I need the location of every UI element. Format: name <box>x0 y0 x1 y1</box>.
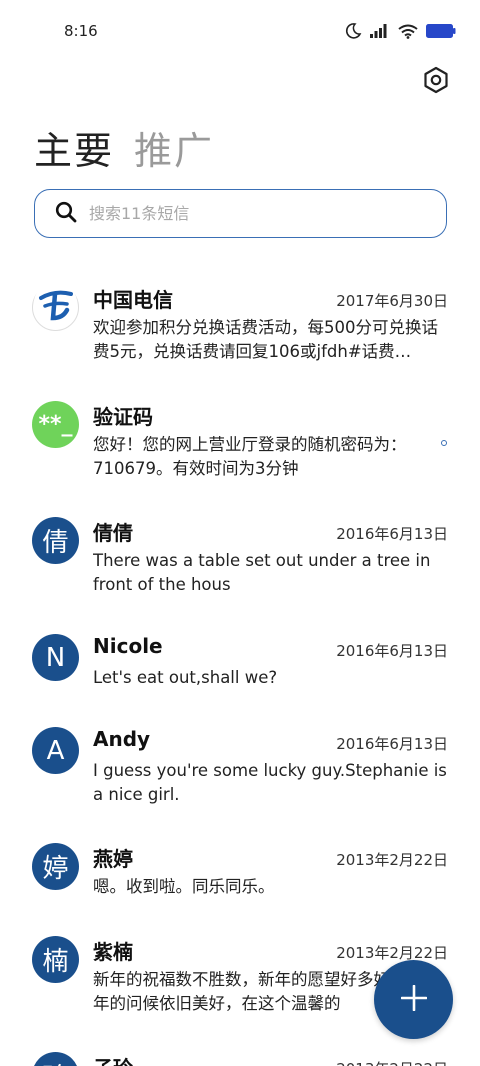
conversation-preview: 欢迎参加积分兑换话费活动，每500分可兑换话费5元，兑换话费请回复106或jfd… <box>93 318 438 361</box>
conversation-preview: 您好！您的网上营业厅登录的随机密码为：710679。有效时间为3分钟 <box>93 435 407 478</box>
conversation-date: 2016年6月13日 <box>336 642 448 660</box>
avatar: N <box>32 634 79 681</box>
conversation-row[interactable]: 中国电信 2017年6月30日 欢迎参加积分兑换话费活动，每500分可兑换话费5… <box>0 270 480 387</box>
avatar: **_ <box>32 401 79 448</box>
avatar-text: 玲 <box>42 1057 68 1066</box>
conversation-row[interactable]: 婷 燕婷 2013年2月22日 嗯。收到啦。同乐同乐。 <box>0 829 480 922</box>
conversation-name: Andy <box>93 727 151 751</box>
avatar: 婷 <box>32 843 79 890</box>
tab-promotions[interactable]: 推广 <box>134 120 214 175</box>
conversation-date: 2016年6月13日 <box>336 525 448 543</box>
search-input[interactable] <box>89 204 409 223</box>
conversation-preview: Let's eat out,shall we? <box>93 668 278 687</box>
avatar-text: A <box>46 735 65 766</box>
settings-button[interactable] <box>420 66 452 98</box>
conversation-date: 2013年2月22日 <box>336 1058 448 1066</box>
unread-indicator-icon <box>441 440 447 446</box>
conversation-name: 倩倩 <box>93 521 133 545</box>
conversation-date: 2013年2月22日 <box>336 944 448 962</box>
conversation-name: Nicole <box>93 634 163 658</box>
conversation-date: 2013年2月22日 <box>336 851 448 869</box>
avatar-text: N <box>45 642 66 673</box>
moon-icon <box>344 22 362 40</box>
avatar-text: 倩 <box>42 528 69 558</box>
search-box[interactable] <box>34 189 447 238</box>
new-message-button[interactable] <box>374 960 453 1039</box>
conversation-date: 2016年6月13日 <box>336 735 448 753</box>
avatar-text: **_ <box>38 412 73 437</box>
conversation-row[interactable]: 玲 子玲 2013年2月22日 <box>0 1038 480 1066</box>
avatar-text: 楠 <box>42 947 69 977</box>
plus-icon <box>400 984 427 1015</box>
tab-primary[interactable]: 主要 <box>34 120 114 175</box>
battery-icon <box>426 24 456 38</box>
settings-hex-icon <box>423 66 449 98</box>
china-telecom-logo-icon <box>33 282 78 334</box>
signal-icon <box>370 24 390 38</box>
avatar-text: 婷 <box>42 854 69 884</box>
conversation-name: 燕婷 <box>93 847 133 871</box>
conversation-date: 2017年6月30日 <box>336 292 448 310</box>
avatar: A <box>32 727 79 774</box>
tab-bar: 主要 推广 <box>34 120 214 175</box>
wifi-icon <box>398 24 418 39</box>
conversation-name: 紫楠 <box>93 940 133 964</box>
avatar <box>32 282 79 334</box>
conversation-preview: 嗯。收到啦。同乐同乐。 <box>93 877 275 896</box>
status-time: 8:16 <box>64 22 98 40</box>
avatar: 玲 <box>32 1052 79 1066</box>
avatar: 楠 <box>32 936 79 983</box>
conversation-name: 中国电信 <box>93 288 173 312</box>
conversation-preview: There was a table set out under a tree i… <box>93 551 431 594</box>
conversation-row[interactable]: N Nicole 2016年6月13日 Let's eat out,shall … <box>0 620 480 713</box>
status-icons <box>344 22 456 40</box>
avatar: 倩 <box>32 517 79 564</box>
conversation-row[interactable]: **_ 验证码 您好！您的网上营业厅登录的随机密码为：710679。有效时间为3… <box>0 387 480 504</box>
conversation-name: 验证码 <box>93 405 153 429</box>
status-bar: 8:16 <box>0 0 480 62</box>
conversation-row[interactable]: 倩 倩倩 2016年6月13日 There was a table set ou… <box>0 503 480 620</box>
conversation-preview: I guess you're some lucky guy.Stephanie … <box>93 761 447 804</box>
search-icon <box>55 201 77 227</box>
conversation-row[interactable]: A Andy 2016年6月13日 I guess you're some lu… <box>0 713 480 830</box>
conversation-name: 子玲 <box>93 1052 133 1066</box>
